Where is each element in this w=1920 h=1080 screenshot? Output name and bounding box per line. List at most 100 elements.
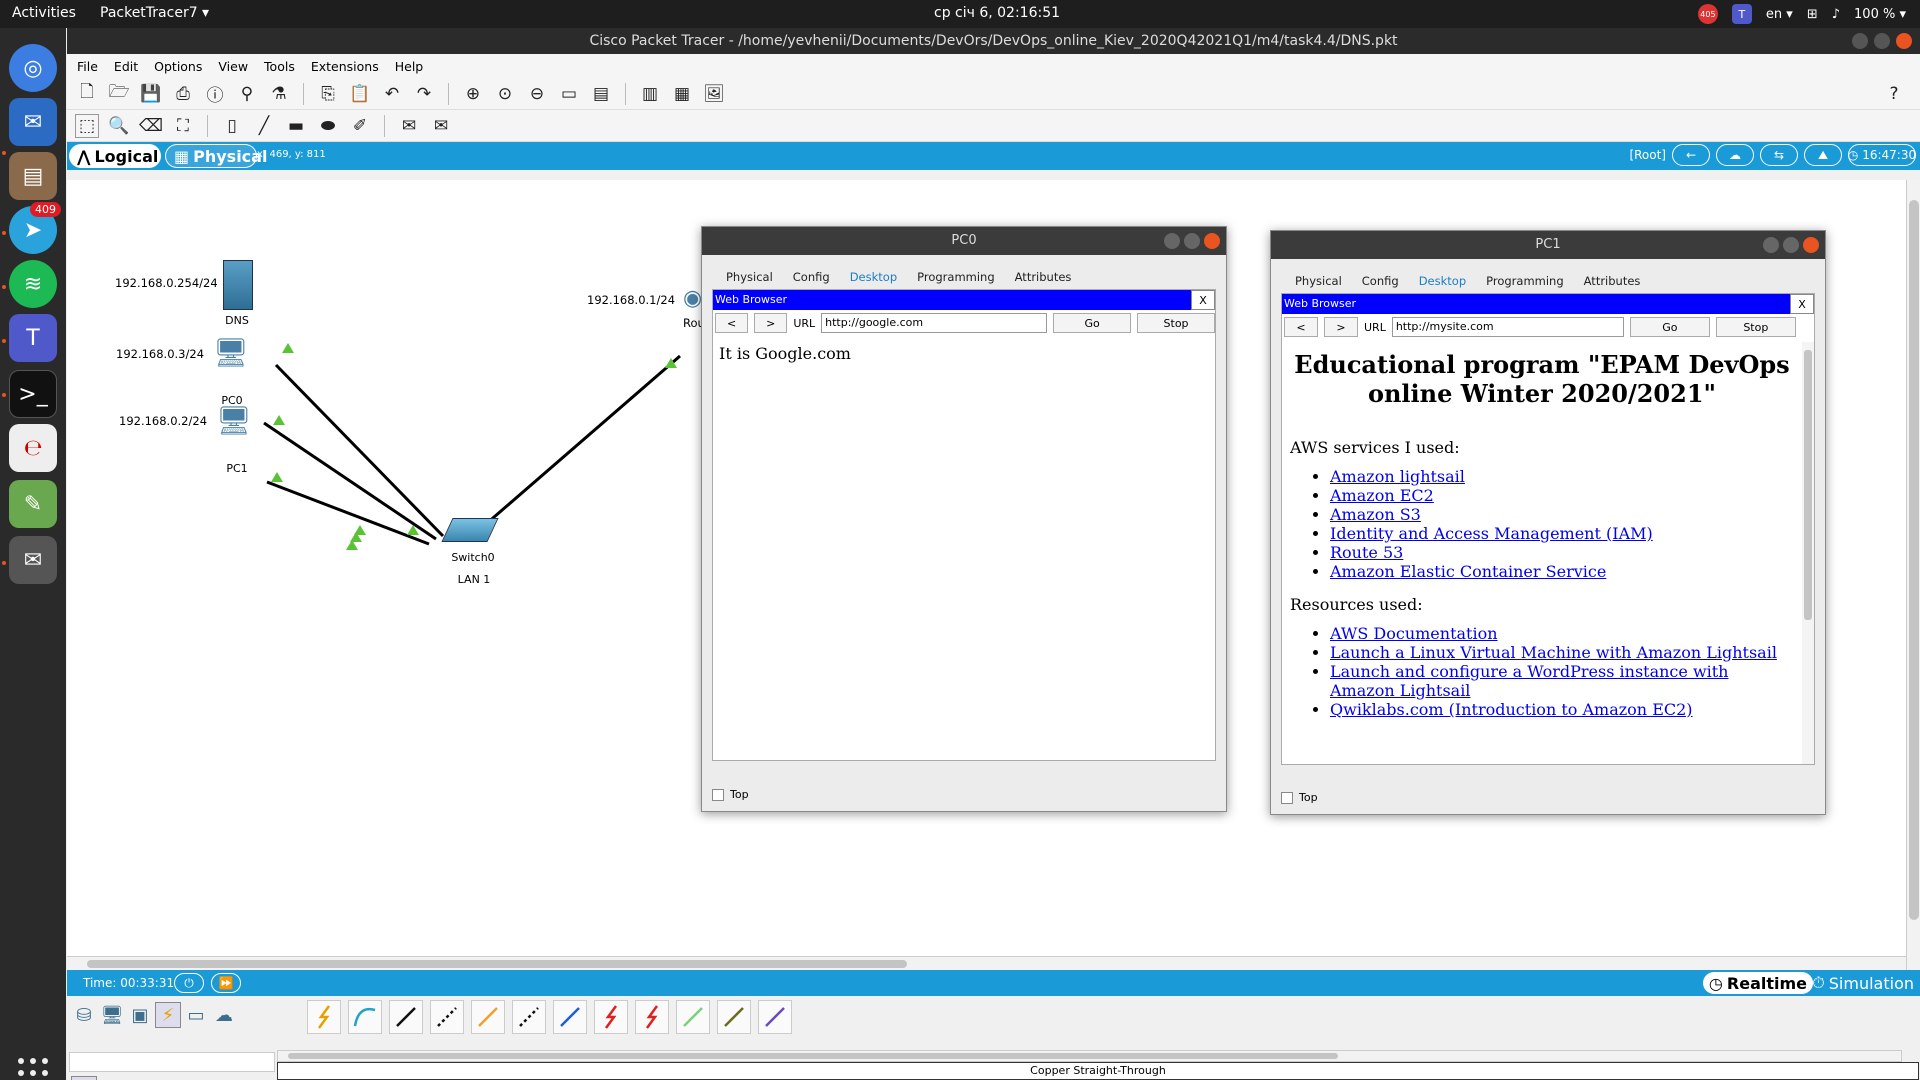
aws-link[interactable]: Route 53: [1330, 543, 1403, 562]
terminal-icon[interactable]: >_: [9, 370, 57, 418]
zoom-in-icon[interactable]: ⊕: [461, 82, 485, 106]
minimize-icon[interactable]: [1852, 33, 1868, 49]
freeform-icon[interactable]: ✐: [348, 114, 372, 138]
connections-icon[interactable]: ⚡: [155, 1002, 181, 1028]
menu-tools[interactable]: Tools: [264, 59, 295, 74]
complex-pdu-icon[interactable]: ✉: [429, 114, 453, 138]
straight-through-cable-icon[interactable]: [389, 1000, 423, 1034]
switch-name-label[interactable]: Switch0: [433, 551, 513, 564]
grid-icon[interactable]: ▦: [101, 1076, 127, 1080]
info-icon[interactable]: ⓘ: [203, 82, 227, 106]
resource-link[interactable]: AWS Documentation: [1330, 624, 1498, 643]
misc-icon[interactable]: ▭: [183, 1002, 209, 1028]
palette-scrollbar[interactable]: [277, 1050, 1902, 1062]
usb-cable-icon[interactable]: [758, 1000, 792, 1034]
language-selector[interactable]: en ▾: [1766, 7, 1793, 22]
dns-ip-label[interactable]: 192.168.0.254/24: [115, 276, 218, 290]
crossover-cable-icon[interactable]: [430, 1000, 464, 1034]
end-devices-icon[interactable]: 🖥: [99, 1002, 125, 1028]
power-cycle-icon[interactable]: ⏻: [174, 973, 204, 993]
aws-link[interactable]: Amazon lightsail: [1330, 467, 1465, 486]
back-button[interactable]: <: [1284, 317, 1318, 337]
draw-line-icon[interactable]: ╱: [252, 114, 276, 138]
network-info-icon[interactable]: ⚲: [235, 82, 259, 106]
show-applications-icon[interactable]: [18, 1058, 48, 1080]
forward-button[interactable]: >: [754, 313, 788, 333]
iot-cable-icon[interactable]: [717, 1000, 751, 1034]
menu-extensions[interactable]: Extensions: [311, 59, 379, 74]
new-cluster-icon[interactable]: ☁: [1716, 144, 1754, 166]
save-icon[interactable]: 💾: [139, 82, 163, 106]
fast-forward-icon[interactable]: ⏩: [211, 973, 241, 993]
network-devices-icon[interactable]: ⛁: [71, 1002, 97, 1028]
new-file-icon[interactable]: 🗋: [75, 82, 99, 106]
canvas-horizontal-scrollbar[interactable]: [67, 956, 1906, 970]
menu-view[interactable]: View: [218, 59, 248, 74]
close-icon[interactable]: [1896, 33, 1912, 49]
switch-lan-label[interactable]: LAN 1: [434, 573, 514, 586]
dns-server-icon[interactable]: [223, 260, 253, 310]
pc1-name-label[interactable]: PC1: [197, 462, 277, 475]
dns-name-label[interactable]: DNS: [197, 314, 277, 327]
menu-options[interactable]: Options: [154, 59, 202, 74]
browser-close-button[interactable]: X: [1191, 290, 1215, 310]
router-icon[interactable]: ◉: [683, 286, 702, 311]
pc1-ip-label[interactable]: 192.168.0.2/24: [119, 414, 207, 428]
workspace-clock[interactable]: ◷ 16:47:30: [1848, 144, 1916, 166]
zoom-reset-icon[interactable]: ⊙: [493, 82, 517, 106]
octal-cable-icon[interactable]: [676, 1000, 710, 1034]
physical-tab[interactable]: ▦ Physical: [165, 144, 267, 168]
menu-file[interactable]: File: [77, 59, 98, 74]
pdf-reader-icon[interactable]: ℮: [9, 424, 57, 472]
print-icon[interactable]: ⎙: [171, 82, 195, 106]
simple-pdu-icon[interactable]: ✉: [397, 114, 421, 138]
go-button[interactable]: Go: [1053, 313, 1132, 333]
maximize-icon[interactable]: [1874, 33, 1890, 49]
stop-button[interactable]: Stop: [1715, 317, 1796, 337]
phone-cable-icon[interactable]: [512, 1000, 546, 1034]
teams-icon[interactable]: T: [9, 314, 57, 362]
url-input[interactable]: http://google.com: [821, 313, 1048, 333]
top-checkbox[interactable]: [712, 788, 724, 801]
pc1-dialog-title-bar[interactable]: PC1: [1271, 231, 1825, 259]
resource-link[interactable]: Qwiklabs.com (Introduction to Amazon EC2…: [1330, 700, 1693, 719]
telegram-icon[interactable]: ➤ 409: [9, 202, 61, 254]
app-menu[interactable]: PacketTracer7 ▾: [100, 5, 209, 21]
chromium-icon[interactable]: ◎: [9, 44, 57, 92]
browser-scrollbar[interactable]: [1802, 342, 1814, 764]
select-icon[interactable]: ⬚: [75, 113, 99, 138]
copy-icon[interactable]: ⎘: [316, 82, 340, 106]
serial-dce-cable-icon[interactable]: [594, 1000, 628, 1034]
top-checkbox[interactable]: [1281, 791, 1293, 804]
delete-icon[interactable]: ⌫: [139, 114, 163, 138]
screenshot-icon[interactable]: 🖼: [702, 82, 726, 106]
device-search-input[interactable]: [69, 1052, 275, 1072]
pc0-computer-icon[interactable]: 🖥: [213, 336, 249, 369]
pc1-computer-icon[interactable]: 🖥: [216, 404, 252, 437]
drawing-palette-icon[interactable]: ▭: [557, 82, 581, 106]
background-image-icon[interactable]: ⛰: [1804, 144, 1842, 166]
redo-icon[interactable]: ↷: [412, 82, 436, 106]
simulation-tab[interactable]: ⏱ Simulation: [1806, 972, 1920, 994]
back-icon[interactable]: ←: [1672, 144, 1710, 166]
aws-link[interactable]: Identity and Access Management (IAM): [1330, 524, 1653, 543]
automatic-cable-icon[interactable]: [307, 1000, 341, 1034]
draw-rectangle-icon[interactable]: ▬: [284, 114, 308, 138]
activity-wizard-icon[interactable]: ⚗: [267, 82, 291, 106]
serial-dte-cable-icon[interactable]: [635, 1000, 669, 1034]
fiber-cable-icon[interactable]: [471, 1000, 505, 1034]
teams-tray-icon[interactable]: T: [1731, 4, 1752, 24]
aws-link[interactable]: Amazon Elastic Container Service: [1330, 562, 1606, 581]
activities-button[interactable]: Activities: [12, 5, 76, 21]
close-icon[interactable]: [1803, 237, 1819, 253]
scroll-thumb[interactable]: [288, 1053, 1338, 1059]
text-editor-icon[interactable]: ✎: [9, 480, 57, 528]
volume-icon[interactable]: ♪: [1832, 7, 1840, 22]
undo-icon[interactable]: ↶: [380, 82, 404, 106]
custom-device-icon[interactable]: ▤: [589, 82, 613, 106]
url-input[interactable]: http://mysite.com: [1391, 317, 1624, 337]
scroll-thumb[interactable]: [87, 960, 907, 968]
go-button[interactable]: Go: [1629, 317, 1710, 337]
viewport-icon[interactable]: ▥: [638, 82, 662, 106]
minimize-icon[interactable]: [1763, 237, 1779, 253]
